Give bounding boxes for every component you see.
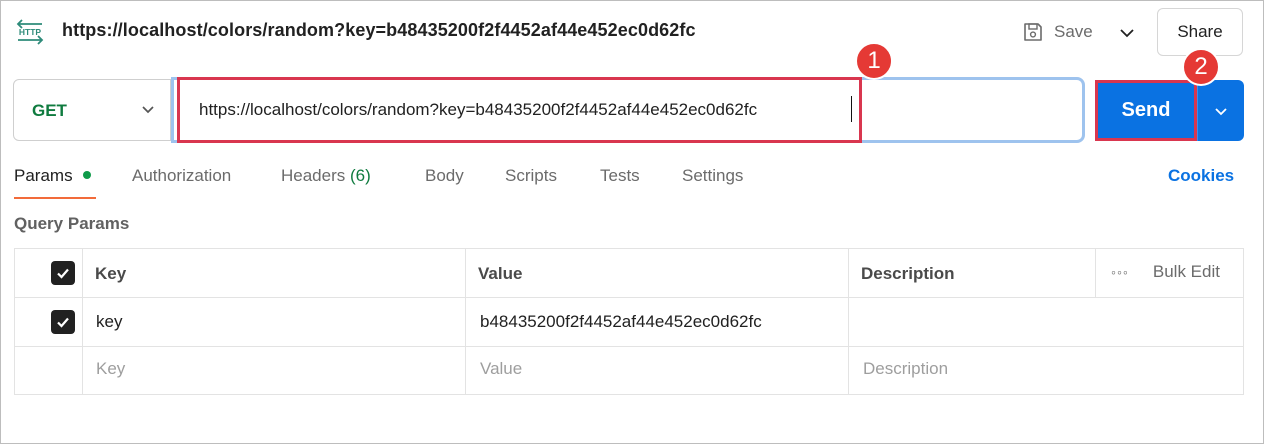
chevron-down-icon: [1215, 107, 1227, 115]
method-select[interactable]: GET: [13, 79, 171, 141]
params-indicator-dot: [82, 170, 91, 179]
annotation-badge-1: 1: [855, 42, 893, 80]
select-all-checkbox[interactable]: [51, 261, 75, 285]
text-caret: [851, 96, 852, 122]
row-divider: [15, 297, 1243, 298]
new-key-input[interactable]: Key: [96, 359, 125, 379]
column-header-key: Key: [95, 264, 127, 283]
tab-authorization[interactable]: Authorization: [132, 166, 231, 186]
query-params-title: Query Params: [14, 214, 130, 233]
method-label: GET: [32, 101, 67, 120]
param-value-cell[interactable]: b48435200f2f4452af44e452ec0d62fc: [480, 312, 762, 332]
column-header-description: Description: [861, 264, 955, 283]
more-dots-icon: ◦◦◦: [1111, 264, 1129, 280]
column-divider: [848, 249, 849, 394]
new-value-input[interactable]: Value: [480, 359, 522, 379]
cookies-link[interactable]: Cookies: [1168, 166, 1234, 186]
svg-text:HTTP: HTTP: [19, 27, 42, 37]
headers-count: (6): [350, 166, 371, 185]
row-divider: [15, 346, 1243, 347]
bulk-edit-button[interactable]: ◦◦◦ Bulk Edit: [1111, 262, 1220, 282]
tab-tests[interactable]: Tests: [600, 166, 640, 186]
url-text[interactable]: https://localhost/colors/random?key=b484…: [199, 100, 757, 120]
row-checkbox[interactable]: [51, 310, 75, 334]
param-key-cell[interactable]: key: [96, 312, 122, 332]
tab-scripts[interactable]: Scripts: [505, 166, 557, 186]
save-icon: [1024, 23, 1042, 41]
http-icon: HTTP: [16, 19, 44, 45]
send-button[interactable]: Send: [1095, 80, 1197, 141]
tab-params-label: Params: [14, 166, 73, 185]
chevron-down-icon[interactable]: [1116, 22, 1138, 44]
request-title: https://localhost/colors/random?key=b484…: [62, 20, 696, 40]
new-description-input[interactable]: Description: [863, 359, 948, 379]
annotation-badge-2: 2: [1182, 48, 1220, 86]
bulk-edit-label: Bulk Edit: [1152, 262, 1220, 281]
query-params-table: Key Value Description ◦◦◦ Bulk Edit key …: [14, 248, 1244, 395]
tab-settings[interactable]: Settings: [682, 166, 743, 186]
checkmark-icon: [57, 268, 69, 279]
checkmark-icon: [57, 317, 69, 328]
column-divider: [465, 249, 466, 394]
tab-headers-label: Headers: [281, 166, 346, 185]
column-divider: [82, 249, 83, 394]
tab-params[interactable]: Params: [14, 166, 91, 186]
save-label: Save: [1054, 22, 1093, 41]
column-header-value: Value: [478, 264, 523, 283]
tab-headers[interactable]: Headers (6): [281, 166, 371, 186]
column-divider: [1095, 249, 1096, 297]
save-button[interactable]: Save: [1022, 18, 1093, 46]
send-options-button[interactable]: [1197, 80, 1244, 141]
active-tab-underline: [14, 197, 96, 199]
chevron-down-icon: [142, 106, 154, 114]
tab-body[interactable]: Body: [425, 166, 464, 186]
